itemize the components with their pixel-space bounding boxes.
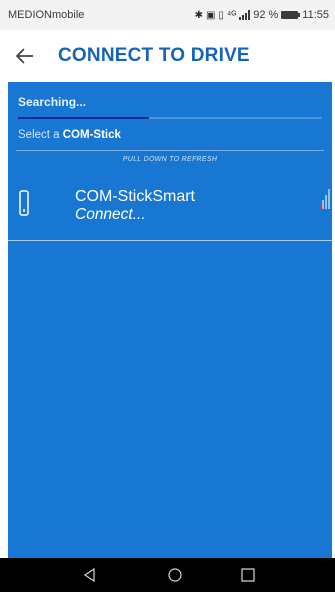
nfc-icon: ▣ bbox=[205, 9, 216, 21]
scan-status: Searching... bbox=[18, 95, 87, 109]
bluetooth-icon: ✱ bbox=[194, 9, 203, 21]
pull-to-refresh-hint: PULL DOWN TO REFRESH bbox=[122, 156, 218, 163]
device-scan-panel[interactable]: Searching... Select a COM-Stick PULL DOW… bbox=[8, 82, 332, 558]
nav-back-icon[interactable] bbox=[60, 558, 120, 592]
signal-strength-icon bbox=[319, 187, 332, 209]
app-bar: CONNECT TO DRIVE bbox=[0, 30, 335, 82]
page-title: CONNECT TO DRIVE bbox=[58, 45, 250, 66]
back-arrow-icon[interactable] bbox=[0, 30, 50, 82]
select-prompt-prefix: Select a bbox=[18, 129, 63, 141]
select-prompt-device-type: COM-Stick bbox=[62, 129, 121, 141]
battery-percent: 92 % bbox=[253, 9, 279, 21]
clock: 11:55 bbox=[302, 9, 329, 21]
vibrate-icon: ▯ bbox=[218, 9, 224, 21]
device-name: COM-StickSmart bbox=[75, 188, 195, 205]
select-prompt: Select a COM-Stick bbox=[18, 129, 121, 141]
scan-progress-fill bbox=[18, 117, 149, 119]
scan-progress-bar bbox=[18, 117, 322, 119]
device-list-item[interactable]: COM-StickSmart Connect... bbox=[8, 176, 332, 232]
usb-stick-icon bbox=[19, 190, 29, 221]
device-connect-label[interactable]: Connect... bbox=[75, 206, 146, 224]
nav-recents-icon[interactable] bbox=[218, 558, 278, 592]
navigation-bar bbox=[0, 558, 335, 592]
divider bbox=[8, 240, 332, 241]
carrier-name: MEDIONmobile bbox=[8, 9, 85, 21]
network-4g-icon: ⁴ᴳ bbox=[226, 9, 237, 21]
divider bbox=[16, 150, 324, 151]
nav-home-icon[interactable] bbox=[145, 558, 205, 592]
status-icons: ✱ ▣ ▯ ⁴ᴳ 92 % 11:55 bbox=[195, 9, 329, 21]
screen: MEDIONmobile ✱ ▣ ▯ ⁴ᴳ 92 % 11:55 CONNECT… bbox=[0, 0, 335, 592]
signal-icon bbox=[239, 10, 251, 20]
battery-icon bbox=[281, 11, 301, 19]
status-bar: MEDIONmobile ✱ ▣ ▯ ⁴ᴳ 92 % 11:55 bbox=[0, 0, 335, 30]
